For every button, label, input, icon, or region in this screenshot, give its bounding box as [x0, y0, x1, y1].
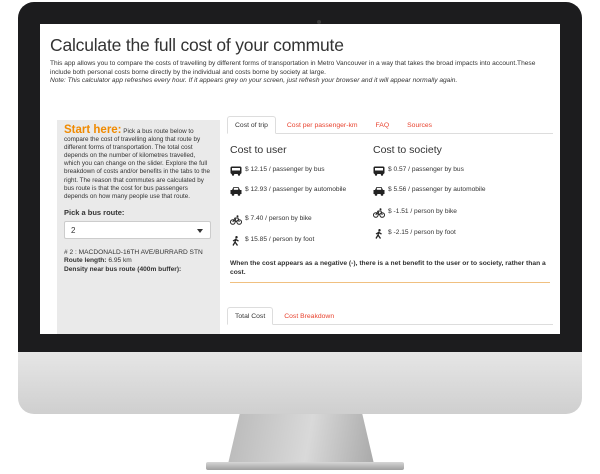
screen: Calculate the full cost of your commute … [40, 24, 560, 334]
society-cost-foot: $ -2.15 / person by foot [373, 229, 553, 239]
tab-faq[interactable]: FAQ [369, 117, 397, 133]
user-cost-bus: $ 12.15 / passenger by bus [230, 166, 358, 176]
society-cost-bike: $ -1.51 / person by bike [373, 208, 553, 218]
page-title: Calculate the full cost of your commute [50, 35, 344, 55]
user-cost-bike-text: $ 7.40 / person by bike [245, 215, 312, 222]
divider [230, 282, 550, 283]
user-cost-car: $ 12.93 / passenger by automobile [230, 186, 358, 196]
walking-person-icon [230, 236, 242, 246]
pick-route-label: Pick a bus route: [64, 207, 125, 217]
sidebar-panel: Start here: Pick a bus route below to co… [57, 120, 220, 334]
top-tabs: Cost of trip Cost per passenger-km FAQ S… [227, 116, 553, 134]
route-name: # 2 : MACDONALD-16TH AVE/BURRARD STN [64, 248, 203, 256]
route-density-label: Density near bus route (400m buffer): [64, 265, 182, 273]
society-cost-bike-text: $ -1.51 / person by bike [388, 208, 457, 215]
bus-icon [373, 166, 385, 176]
intro-description: This app allows you to compare the costs… [50, 60, 536, 76]
route-length-label: Route length: [64, 257, 107, 265]
walking-person-icon [373, 229, 385, 239]
bus-icon [230, 166, 242, 176]
user-cost-bike: $ 7.40 / person by bike [230, 215, 358, 225]
user-cost-bus-text: $ 12.15 / passenger by bus [245, 166, 325, 173]
tab-cost-per-passenger-km[interactable]: Cost per passenger-km [280, 117, 365, 133]
bus-route-select-value: 2 [71, 225, 76, 235]
society-cost-car-text: $ 5.56 / passenger by automobile [388, 186, 486, 193]
start-here-block: Start here: Pick a bus route below to co… [64, 124, 213, 201]
intro-text: This app allows you to compare the costs… [50, 60, 555, 86]
bicycle-icon [373, 208, 385, 218]
user-cost-car-text: $ 12.93 / passenger by automobile [245, 186, 347, 193]
user-cost-foot: $ 15.85 / person by foot [230, 236, 358, 246]
monitor-chin [18, 352, 582, 414]
society-cost-bus-text: $ 0.57 / passenger by bus [388, 166, 464, 173]
chevron-down-icon [197, 228, 203, 233]
start-here-heading: Start here: [64, 124, 122, 136]
bicycle-icon [230, 215, 242, 225]
bus-route-select[interactable]: 2 [64, 220, 211, 239]
tab-total-cost[interactable]: Total Cost [227, 307, 274, 325]
user-cost-foot-text: $ 15.85 / person by foot [245, 236, 315, 243]
negative-cost-note: When the cost appears as a negative (-),… [230, 260, 546, 276]
start-here-text: Pick a bus route below to compare the co… [64, 128, 210, 200]
route-length: Route length: 6.95 km [64, 257, 213, 265]
tab-sources[interactable]: Sources [400, 117, 439, 133]
society-cost-car: $ 5.56 / passenger by automobile [373, 186, 553, 196]
car-icon [230, 186, 242, 196]
route-density: Density near bus route (400m buffer): [64, 266, 213, 274]
society-cost-foot-text: $ -2.15 / person by foot [388, 229, 456, 236]
route-length-value: 6.95 km [108, 257, 132, 265]
monitor-base [206, 462, 404, 470]
society-cost-bus: $ 0.57 / passenger by bus [373, 166, 553, 176]
bottom-tabs: Total Cost Cost Breakdown [227, 307, 553, 325]
cost-to-society-heading: Cost to society [373, 144, 442, 156]
tab-cost-of-trip[interactable]: Cost of trip [227, 116, 276, 134]
cost-to-user-heading: Cost to user [230, 144, 287, 156]
intro-note: Note: This calculator app refreshes ever… [50, 77, 458, 85]
monitor-stand [228, 414, 374, 464]
tab-cost-breakdown[interactable]: Cost Breakdown [277, 308, 341, 324]
car-icon [373, 186, 385, 196]
